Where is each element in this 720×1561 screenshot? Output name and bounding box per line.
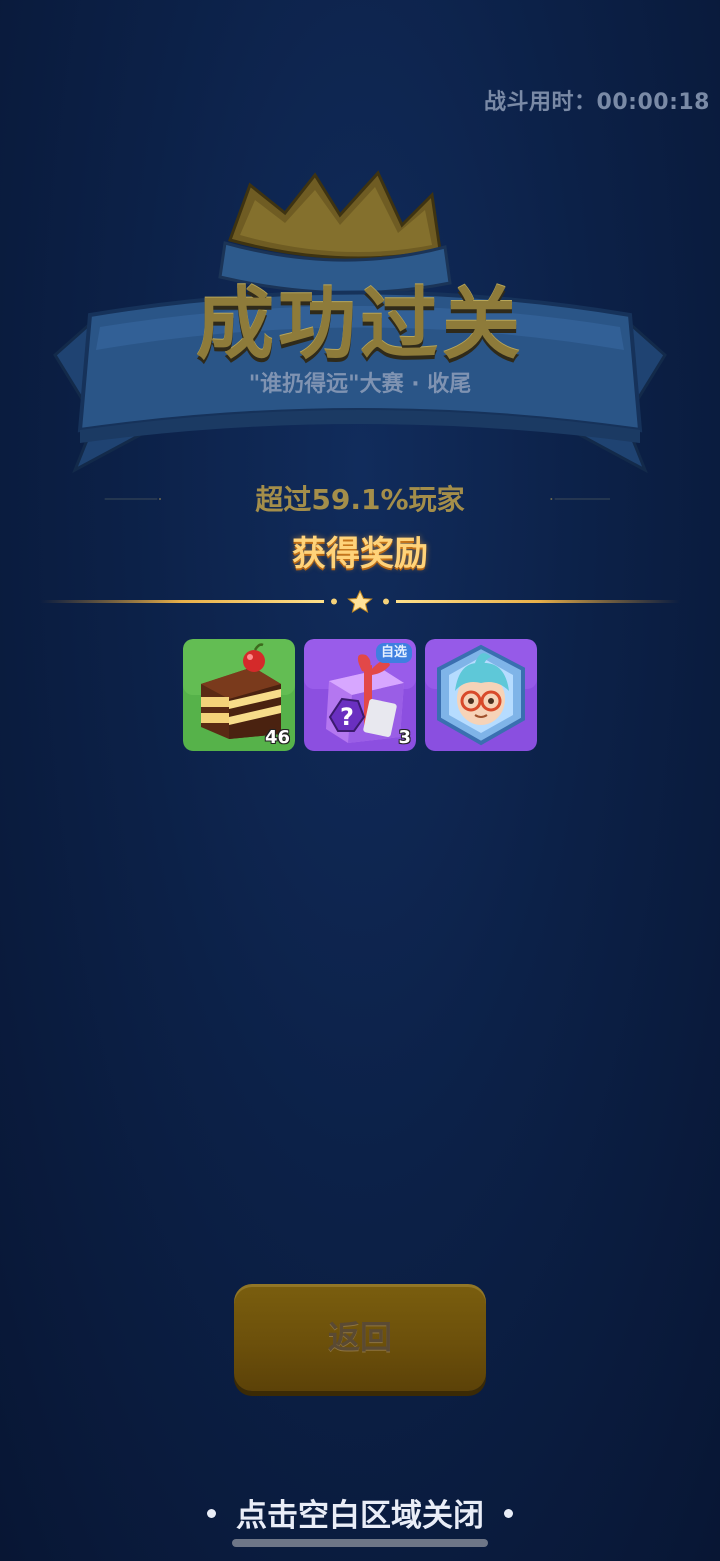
avatar-frame-icon — [425, 639, 537, 751]
home-indicator[interactable] — [232, 1539, 488, 1547]
hint-dot-right — [504, 1509, 513, 1518]
exceed-prefix: 超过 — [255, 483, 312, 516]
result-subtitle: "谁扔得远"大赛 · 收尾 — [248, 372, 472, 397]
optional-tag: 自选 — [375, 643, 412, 663]
result-title: 成功过关 — [195, 280, 524, 370]
reward-item-mystery-gift[interactable]: ? 自选 3 — [304, 639, 416, 751]
close-hint-text: 点击空白区域关闭 — [236, 1498, 484, 1534]
reward-count: 3 — [398, 727, 411, 748]
reward-title: 获得奖励 — [292, 534, 428, 574]
reward-count: 46 — [264, 727, 290, 748]
back-button-label: 返回 — [327, 1318, 392, 1356]
svg-text:?: ? — [340, 703, 354, 731]
back-button[interactable]: 返回 — [234, 1284, 486, 1391]
reward-item-avatar-frame[interactable] — [425, 639, 537, 751]
exceed-percent: 59.1% — [311, 483, 409, 516]
reward-item-cake[interactable]: 46 — [183, 639, 295, 751]
battle-timer-label: 战斗用时： — [484, 90, 597, 115]
star-icon — [347, 589, 373, 614]
reward-divider — [40, 589, 680, 614]
hint-dot-left — [207, 1509, 216, 1518]
exceed-players-text: 超过59.1%玩家 — [0, 478, 720, 518]
battle-timer: 战斗用时：00:00:18 — [484, 84, 710, 116]
reward-items: 46 ? 自选 3 — [183, 639, 538, 752]
exceed-suffix: 玩家 — [408, 483, 465, 516]
battle-timer-value: 00:00:18 — [596, 90, 710, 115]
close-hint[interactable]: 点击空白区域关闭 — [0, 1490, 720, 1535]
